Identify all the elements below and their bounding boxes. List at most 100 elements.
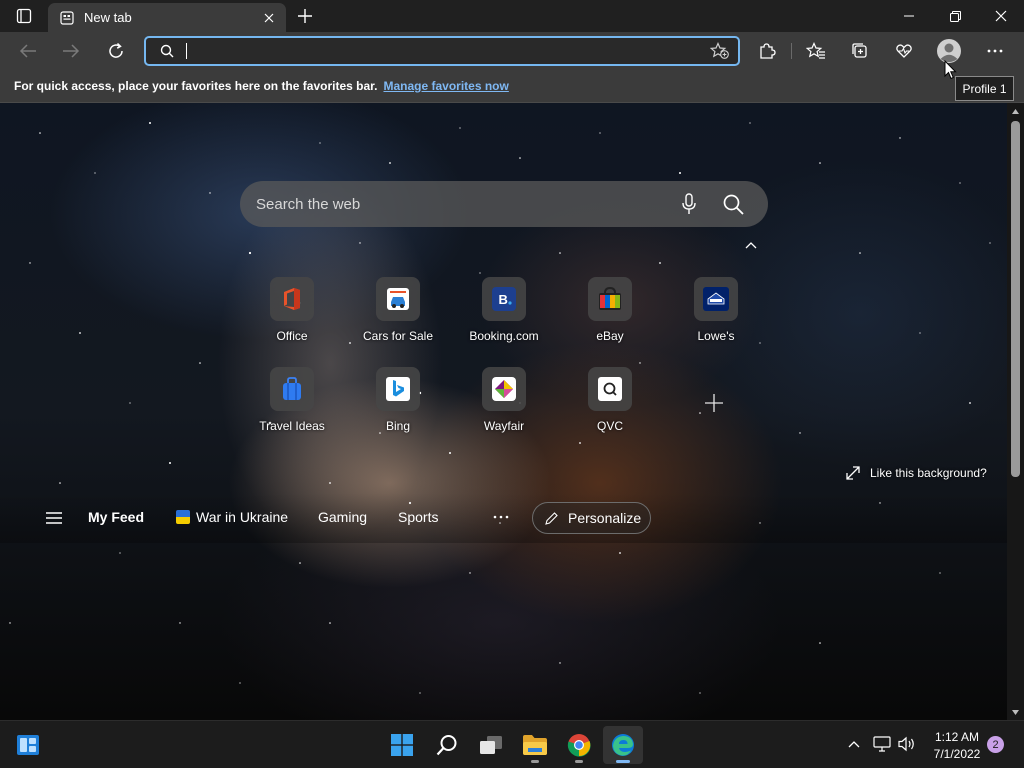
favorites-button[interactable] <box>800 36 832 66</box>
arrow-right-icon <box>63 44 80 58</box>
address-input[interactable] <box>191 43 710 59</box>
favorites-bar-hint: For quick access, place your favorites h… <box>14 79 378 93</box>
volume-button[interactable] <box>896 733 918 755</box>
tile-label: QVC <box>596 419 623 433</box>
add-quick-link-button[interactable] <box>700 389 728 417</box>
tab-actions-button[interactable] <box>8 4 40 28</box>
settings-more-button[interactable] <box>979 36 1011 66</box>
manage-favorites-link[interactable]: Manage favorites now <box>383 79 508 93</box>
feed-tab-my-feed[interactable]: My Feed <box>88 509 144 525</box>
feed-menu-button[interactable] <box>44 508 64 528</box>
lowes-icon <box>703 287 729 311</box>
ebay-icon <box>599 287 621 310</box>
tab-close-button[interactable] <box>260 9 278 27</box>
triangle-up-icon <box>1012 108 1019 114</box>
edge-button[interactable] <box>603 726 643 764</box>
quick-link-qvc[interactable]: QVC <box>565 367 655 445</box>
quick-link-booking[interactable]: B Booking.com <box>459 277 549 355</box>
favorites-bar: For quick access, place your favorites h… <box>0 70 1024 103</box>
network-icon <box>873 736 891 752</box>
office-icon <box>284 288 300 310</box>
personalize-button[interactable]: Personalize <box>532 502 651 534</box>
back-button[interactable] <box>12 36 44 66</box>
microphone-icon <box>682 193 696 214</box>
plus-icon <box>298 9 312 23</box>
scroll-up-button[interactable] <box>1007 103 1024 119</box>
quick-link-wayfair[interactable]: Wayfair <box>459 367 549 445</box>
task-view-icon <box>480 736 502 754</box>
quick-link-office[interactable]: Office <box>247 277 337 355</box>
close-icon <box>995 10 1007 22</box>
show-hidden-icons-button[interactable] <box>843 733 865 755</box>
taskbar-clock[interactable]: 1:12 AM 7/1/2022 <box>926 729 988 763</box>
speaker-icon <box>898 736 914 752</box>
voice-search-button[interactable] <box>674 189 704 219</box>
tile-icon-bg <box>376 277 420 321</box>
new-tab-page: Search the web Office Cars for Sale B Bo… <box>0 103 1007 720</box>
running-indicator <box>531 760 539 763</box>
quick-link-cars-for-sale[interactable]: Cars for Sale <box>353 277 443 355</box>
tab-title: New tab <box>84 10 132 25</box>
text-caret <box>186 43 187 59</box>
tile-label: Cars for Sale <box>362 329 434 343</box>
tab-new-tab[interactable]: New tab <box>48 3 286 32</box>
feed-tab-sports[interactable]: Sports <box>398 509 438 525</box>
more-horizontal-icon <box>493 515 509 519</box>
web-search-bar[interactable]: Search the web <box>240 181 768 227</box>
toolbar-divider <box>791 43 792 59</box>
quick-link-lowes[interactable]: Lowe's <box>671 277 761 355</box>
search-placeholder: Search the web <box>256 195 361 213</box>
tile-label: eBay <box>596 329 624 343</box>
extensions-button[interactable] <box>751 36 783 66</box>
minimize-icon <box>904 15 914 17</box>
clock-date: 7/1/2022 <box>933 747 981 761</box>
restore-icon <box>949 10 961 22</box>
feed-tab-war-in-ukraine[interactable]: War in Ukraine <box>176 509 288 525</box>
feed-navigation: My Feed War in Ukraine Gaming Sports Per… <box>0 493 1007 543</box>
new-tab-button[interactable] <box>292 4 318 28</box>
tile-icon-bg: B <box>482 277 526 321</box>
search-taskbar-button[interactable] <box>427 726 467 764</box>
add-favorite-icon[interactable] <box>710 42 730 60</box>
quick-link-travel-ideas[interactable]: Travel Ideas <box>247 367 337 445</box>
collections-button[interactable] <box>844 36 876 66</box>
edge-icon <box>612 734 634 756</box>
restore-button[interactable] <box>932 0 978 32</box>
address-bar[interactable] <box>144 36 740 66</box>
minimize-button[interactable] <box>886 0 932 32</box>
scrollbar-thumb[interactable] <box>1011 121 1020 477</box>
tile-icon-bg <box>694 277 738 321</box>
feed-tab-gaming[interactable]: Gaming <box>318 509 367 525</box>
network-button[interactable] <box>871 733 893 755</box>
widgets-button[interactable] <box>8 726 48 764</box>
page-scrollbar[interactable] <box>1007 103 1024 720</box>
notification-badge[interactable]: 2 <box>987 736 1004 753</box>
windows-taskbar: 1:12 AM 7/1/2022 2 <box>0 720 1024 768</box>
close-window-button[interactable] <box>978 0 1024 32</box>
bing-icon <box>386 377 410 401</box>
task-view-button[interactable] <box>471 726 511 764</box>
start-button[interactable] <box>382 726 422 764</box>
chrome-button[interactable] <box>559 726 599 764</box>
quick-link-ebay[interactable]: eBay <box>565 277 655 355</box>
more-horizontal-icon <box>987 49 1003 53</box>
refresh-button[interactable] <box>100 36 132 66</box>
tile-label: Travel Ideas <box>259 419 325 433</box>
forward-button[interactable] <box>55 36 87 66</box>
file-explorer-button[interactable] <box>515 726 555 764</box>
tile-icon-bg <box>376 367 420 411</box>
tile-label: Wayfair <box>483 419 525 433</box>
scroll-down-button[interactable] <box>1007 704 1024 720</box>
tile-label: Lowe's <box>697 329 735 343</box>
profile-tooltip: Profile 1 <box>955 76 1014 101</box>
travel-ideas-icon <box>283 377 301 400</box>
collapse-quick-links-button[interactable] <box>742 237 760 253</box>
feed-more-button[interactable] <box>491 507 511 527</box>
triangle-down-icon <box>1012 709 1019 715</box>
ukraine-flag-icon <box>176 510 190 524</box>
search-button[interactable] <box>718 189 748 219</box>
quick-link-bing[interactable]: Bing <box>353 367 443 445</box>
heart-pulse-icon <box>896 44 912 58</box>
performance-button[interactable] <box>888 36 920 66</box>
like-background-link[interactable]: Like this background? <box>846 466 987 480</box>
